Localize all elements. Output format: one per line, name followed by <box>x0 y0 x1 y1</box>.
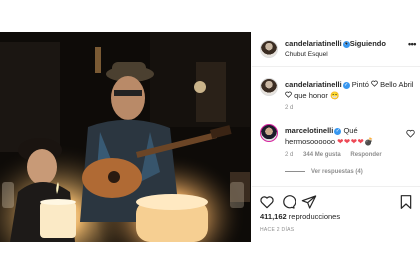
header-divider <box>252 66 420 67</box>
heart-icon[interactable] <box>259 194 275 210</box>
view-replies-button[interactable]: Ver respuestas (4) <box>285 169 363 175</box>
caption-timestamp: 2 d <box>285 105 294 111</box>
heart-emoji-icon <box>285 91 292 100</box>
post-side-panel: candelariatinelli ✓ • Siguiendo Chubut Es… <box>252 0 420 280</box>
post-age: HACE 2 DÍAS <box>260 227 295 233</box>
caption-part2: Bello Abril <box>380 80 414 89</box>
more-options-icon[interactable]: ••• <box>408 39 416 49</box>
bomb-emoji: 💣 <box>364 137 374 146</box>
reply-button[interactable]: Responder <box>350 152 381 158</box>
grin-emoji: 😁 <box>329 91 340 100</box>
caption-text: candelariatinelli ✓ Pintó Bello Abril que… <box>285 79 415 101</box>
comment-timestamp: 2 d <box>285 152 294 158</box>
share-icon[interactable] <box>301 194 317 210</box>
comment: marcelotinelli ✓ Qué hermosoooooo ❤❤❤❤💣 2… <box>252 122 420 182</box>
post-video[interactable] <box>0 32 251 242</box>
commenter-username[interactable]: marcelotinelli <box>285 126 333 135</box>
caption-part3: que honor <box>294 91 328 100</box>
instagram-post: candelariatinelli ✓ • Siguiendo Chubut Es… <box>0 0 420 280</box>
views-label: reproducciones <box>288 212 341 221</box>
heart-emoji-icon <box>371 80 378 89</box>
author-username-link[interactable]: candelariatinelli ✓ <box>285 39 350 48</box>
location-link[interactable]: Chubut Esquel <box>285 51 328 58</box>
replies-line <box>285 170 305 172</box>
comment-icon[interactable] <box>280 194 296 210</box>
following-button[interactable]: • Siguiendo <box>345 39 386 48</box>
view-replies-label: Ver respuestas (4) <box>311 169 363 175</box>
comment-likes-count[interactable]: 344 Me gusta <box>303 152 341 158</box>
post-caption: candelariatinelli ✓ Pintó Bello Abril que… <box>252 74 420 114</box>
verified-icon: ✓ <box>334 127 342 135</box>
bookmark-icon[interactable] <box>398 194 414 210</box>
comment-meta: 2 d 344 Me gusta Responder <box>285 152 390 158</box>
avatar[interactable] <box>260 40 278 58</box>
comment-like-heart-icon[interactable] <box>406 129 415 138</box>
hearts-emoji: ❤❤❤❤ <box>337 137 365 146</box>
caption-avatar[interactable] <box>260 78 278 96</box>
video-frame <box>0 32 251 242</box>
views-number: 411,162 <box>260 212 287 221</box>
actions-divider <box>252 186 420 187</box>
caption-username[interactable]: candelariatinelli <box>285 80 342 89</box>
post-header: candelariatinelli ✓ • Siguiendo Chubut Es… <box>252 32 420 66</box>
commenter-avatar[interactable] <box>260 124 278 142</box>
caption-part1: Pintó <box>351 80 369 89</box>
verified-icon: ✓ <box>342 81 350 89</box>
views-count[interactable]: 411,162 reproducciones <box>260 212 340 221</box>
comment-text: marcelotinelli ✓ Qué hermosoooooo ❤❤❤❤💣 <box>285 125 397 147</box>
